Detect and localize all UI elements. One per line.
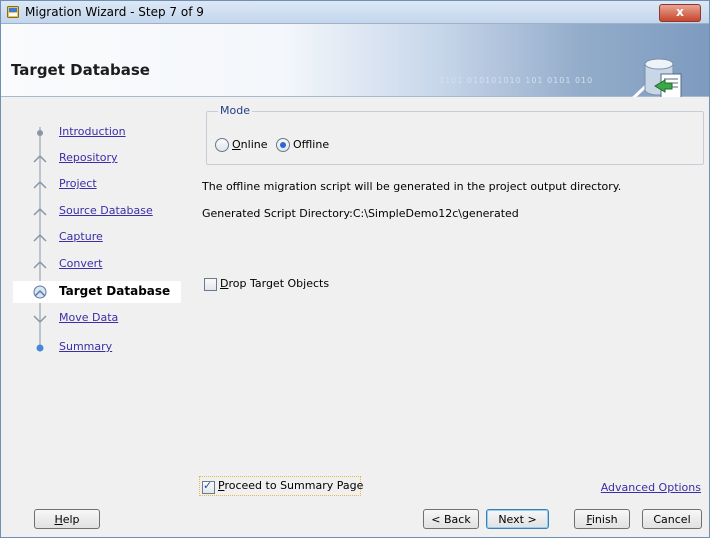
nav-item-summary[interactable]: Summary (13, 337, 181, 359)
nav-item-label: Move Data (59, 311, 119, 324)
help-button[interactable]: Help (34, 509, 100, 529)
nav-item-target-database[interactable]: Target Database (13, 281, 181, 303)
script-directory-text: Generated Script Directory:C:\SimpleDemo… (202, 207, 519, 220)
banner-decoration: 0101 010101010 101 0101 010 (439, 76, 594, 85)
nav-item-move-data[interactable]: Move Data (13, 308, 181, 330)
header-banner: Target Database 0101 010101010 101 0101 … (1, 24, 709, 104)
cancel-button[interactable]: Cancel (642, 509, 702, 529)
nav-item-label: Project (59, 177, 97, 190)
title-bar[interactable]: Migration Wizard - Step 7 of 9 x (1, 1, 709, 24)
finish-button[interactable]: Finish (574, 509, 630, 529)
advanced-options-link[interactable]: Advanced Options (601, 481, 701, 494)
step-pending-icon (36, 344, 44, 352)
page-title: Target Database (11, 61, 150, 79)
nav-item-introduction[interactable]: Introduction (13, 122, 181, 144)
nav-item-label: Convert (59, 257, 103, 270)
step-done-icon (33, 154, 47, 163)
wizard-steps-nav: Introduction Repository Project Source D… (13, 109, 189, 493)
proceed-summary-label[interactable]: Proceed to Summary Page (218, 479, 363, 492)
mode-legend: Mode (218, 104, 252, 117)
content-panel: Mode Online Offline The offline migratio… (191, 97, 709, 505)
close-button[interactable]: x (659, 4, 701, 22)
proceed-summary-checkbox[interactable] (202, 479, 215, 494)
migration-wizard-window: Migration Wizard - Step 7 of 9 x Target … (0, 0, 710, 538)
online-radio[interactable] (215, 138, 229, 152)
nav-item-project[interactable]: Project (13, 174, 181, 196)
nav-item-label: Introduction (59, 125, 126, 138)
nav-item-source-database[interactable]: Source Database (13, 201, 181, 223)
step-current-icon (33, 285, 47, 299)
nav-item-convert[interactable]: Convert (13, 254, 181, 276)
step-done-icon (33, 260, 47, 269)
step-done-icon (33, 207, 47, 216)
offline-info-text: The offline migration script will be gen… (202, 180, 622, 193)
nav-item-label: Target Database (59, 284, 171, 298)
mode-group: Mode Online Offline (206, 104, 704, 165)
next-button[interactable]: Next > (486, 509, 549, 529)
offline-radio-label[interactable]: Offline (293, 138, 329, 151)
nav-item-capture[interactable]: Capture (13, 227, 181, 249)
step-done-icon (37, 130, 43, 136)
nav-item-label: Summary (59, 340, 113, 353)
nav-item-repository[interactable]: Repository (13, 148, 181, 170)
migration-wizard-icon (7, 6, 19, 18)
button-bar: Help < Back Next > Finish Cancel (1, 505, 709, 537)
drop-target-objects-label[interactable]: Drop Target Objects (220, 277, 329, 290)
step-pending-icon (33, 315, 47, 324)
nav-item-label: Repository (59, 151, 118, 164)
back-button[interactable]: < Back (423, 509, 479, 529)
nav-item-label: Capture (59, 230, 103, 243)
online-radio-label[interactable]: Online (232, 138, 268, 151)
step-done-icon (33, 233, 47, 242)
nav-item-label: Source Database (59, 204, 153, 217)
drop-target-objects-checkbox[interactable] (204, 278, 217, 291)
step-done-icon (33, 180, 47, 189)
window-title: Migration Wizard - Step 7 of 9 (25, 5, 204, 19)
offline-radio[interactable] (276, 138, 290, 152)
